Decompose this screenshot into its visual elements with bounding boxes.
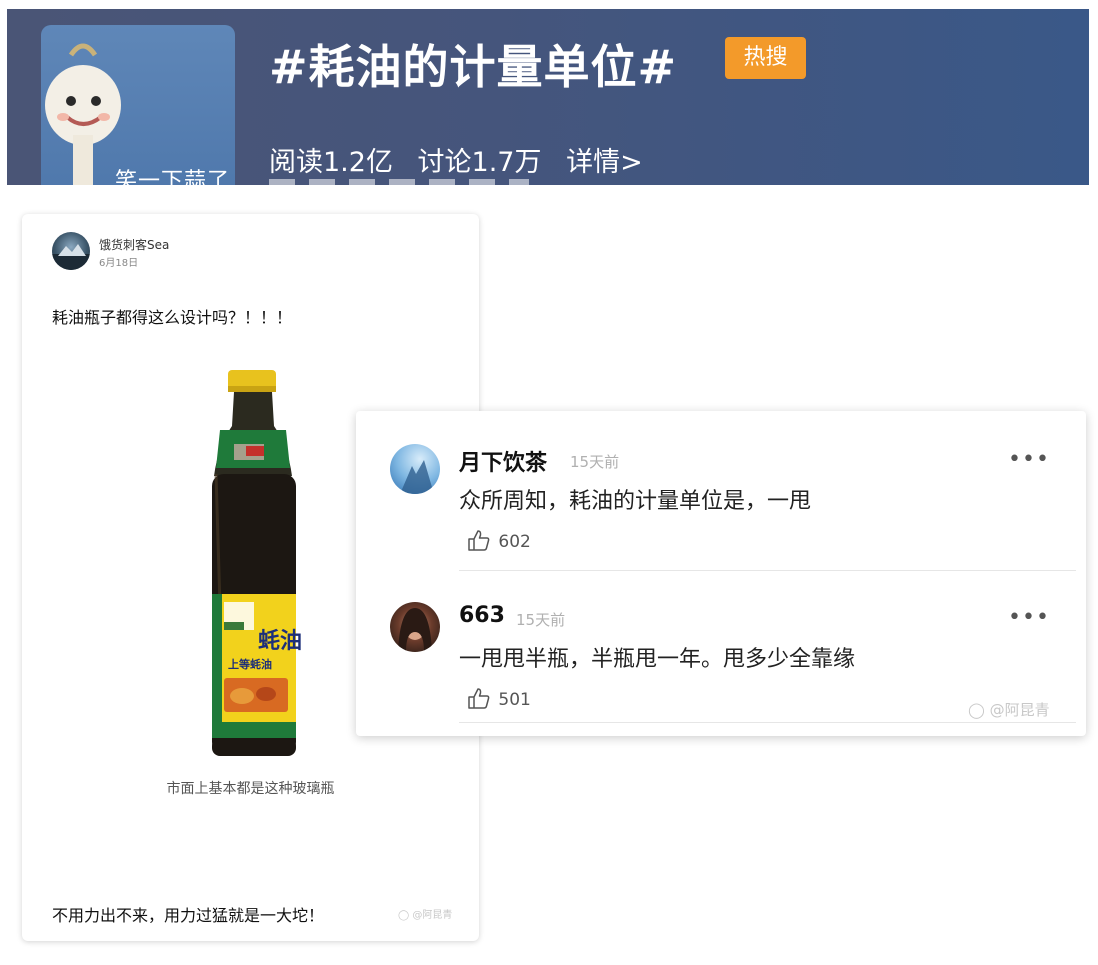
bottle-brand-text: 蚝油 <box>258 628 302 653</box>
image-caption: 市面上基本都是这种玻璃瓶 <box>166 781 335 797</box>
watermark-text: @阿昆青 <box>412 910 453 921</box>
commenter-name[interactable]: 663 <box>459 603 505 628</box>
commenter-avatar[interactable] <box>390 602 440 652</box>
like-button[interactable]: 501 <box>467 687 531 710</box>
weibo-logo-icon: ◯ <box>398 910 410 921</box>
like-button[interactable]: 602 <box>467 529 531 552</box>
hot-search-badge: 热搜 <box>725 37 806 79</box>
bottle-sub-text: 上等蚝油 <box>228 657 272 671</box>
watermark-text: @阿昆青 <box>989 701 1050 719</box>
more-dots-icon[interactable]: ••• <box>1008 605 1050 630</box>
commenter-name[interactable]: 月下饮茶 <box>459 445 547 477</box>
avatar-caption: 笑一下蒜了 <box>115 169 231 185</box>
post-username[interactable]: 饿货刺客Sea <box>99 236 169 253</box>
comment-card: 月下饮茶 15天前 ••• 众所周知，耗油的计量单位是，一甩 602 663 1… <box>356 411 1086 736</box>
weibo-logo-icon: ◯ <box>968 701 985 719</box>
comment-item: 月下饮茶 15天前 ••• 众所周知，耗油的计量单位是，一甩 602 <box>356 411 1086 561</box>
comment-item: 663 15天前 ••• 一甩甩半瓶，半瓶甩一年。甩多少全靠缘 501 <box>356 569 1086 719</box>
post-avatar[interactable] <box>52 232 90 270</box>
post-text: 耗油瓶子都得这么设计吗？！！！ <box>52 308 293 327</box>
discussion-count: 讨论1.7万 <box>417 147 542 178</box>
detail-link[interactable]: 详情> <box>566 147 643 178</box>
topic-title: #耗油的计量单位# <box>269 40 678 94</box>
comment-text: 一甩甩半瓶，半瓶甩一年。甩多少全靠缘 <box>459 647 856 672</box>
comment-text: 众所周知，耗油的计量单位是，一甩 <box>459 489 812 514</box>
comment-time: 15天前 <box>570 453 620 471</box>
like-count: 501 <box>498 690 531 710</box>
comment-time: 15天前 <box>516 611 566 629</box>
comment-watermark: ◯ @阿昆青 <box>968 699 1050 720</box>
oyster-sauce-bottle-image: 蚝油 上等蚝油 <box>212 370 302 756</box>
topic-stats: 阅读1.2亿 讨论1.7万 详情> <box>269 140 659 179</box>
garlic-image <box>45 43 121 185</box>
topic-avatar[interactable]: 笑一下蒜了 <box>41 25 235 185</box>
like-count: 602 <box>498 532 531 552</box>
thumbs-up-icon <box>468 530 490 551</box>
post-date: 6月18日 <box>99 258 139 269</box>
topic-header: 笑一下蒜了 #耗油的计量单位# 热搜 阅读1.2亿 讨论1.7万 详情> <box>7 9 1089 185</box>
post-footer-text: 不用力出不来，用力过猛就是一大坨！ <box>52 906 325 925</box>
post-watermark: ◯ @阿昆青 <box>398 906 452 921</box>
commenter-avatar[interactable] <box>390 444 440 494</box>
thumbs-up-icon <box>468 688 490 709</box>
cropped-text-line <box>269 179 529 185</box>
comment-divider <box>459 722 1076 723</box>
read-count: 阅读1.2亿 <box>269 147 393 178</box>
more-dots-icon[interactable]: ••• <box>1008 447 1050 472</box>
